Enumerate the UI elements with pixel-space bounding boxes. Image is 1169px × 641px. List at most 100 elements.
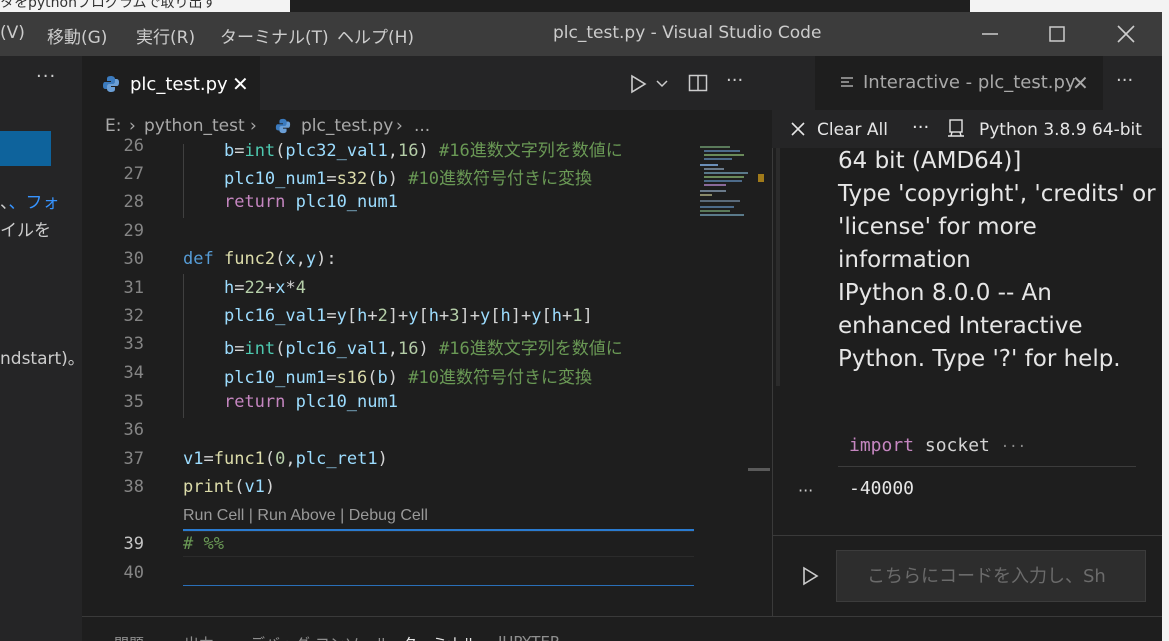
output-line: 64 bit (AMD64)] [838, 148, 1022, 174]
menu-go[interactable]: 移動(G) [47, 23, 107, 48]
line-number: 28 [123, 192, 144, 212]
line-number: 32 [123, 306, 144, 326]
chevron-down-icon[interactable] [655, 77, 669, 91]
result-more-icon[interactable]: ··· [798, 481, 813, 500]
cell-codelens[interactable]: Run Cell | Run Above | Debug Cell [183, 507, 428, 525]
breadcrumb-separator: › [129, 116, 136, 136]
breadcrumb-folder[interactable]: python_test [144, 116, 245, 136]
code-line: # %% [183, 534, 224, 554]
line-number: 33 [123, 334, 144, 354]
code-line: plc10_num1=s32(b) #10進数符号付きに変換 [223, 169, 592, 189]
output-line: 'license' for more [838, 214, 1037, 240]
executed-cell[interactable]: import socket ··· [838, 430, 1136, 467]
code-line: return plc10_num1 [223, 192, 398, 212]
line-number: 29 [123, 221, 144, 241]
breadcrumb-drive[interactable]: E: [105, 116, 121, 136]
interactive-window-icon [841, 77, 853, 87]
run-input-icon[interactable] [800, 566, 820, 586]
line-number: 34 [123, 363, 144, 383]
clear-all-button[interactable]: Clear All [817, 120, 888, 140]
breadcrumb-separator: › [250, 116, 257, 136]
interactive-toolbar: Clear All ··· Python 3.8.9 64-bit [772, 110, 1162, 148]
scrollbar-thumb[interactable] [748, 468, 770, 471]
split-editor-icon[interactable] [688, 73, 708, 93]
line-number: 37 [123, 449, 144, 469]
kernel-selector[interactable]: Python 3.8.9 64-bit [979, 120, 1142, 140]
code-editor[interactable]: 26 b=int(plc32_val1,16) #16進数文字列を数値に 27 … [82, 136, 694, 616]
sidebar-selected-item[interactable] [0, 131, 51, 166]
background-dark-region [290, 0, 970, 12]
code-line: print(v1) [183, 477, 276, 497]
tab-output[interactable]: 出力 [184, 633, 214, 641]
background-tab-title: タをpythonプログラムで取り出す [0, 0, 217, 11]
breadcrumb-file[interactable]: plc_test.py [301, 116, 393, 136]
line-number: 36 [123, 420, 144, 440]
code-line: b=int(plc32_val1,16) #16進数文字列を数値に [223, 141, 623, 161]
line-number: 39 [123, 534, 144, 554]
title-bar: (V) 移動(G) 実行(R) ターミナル(T) ヘルプ(H) plc_test… [0, 12, 1162, 56]
code-line: plc10_num1=s16(b) #10進数符号付きに変換 [223, 368, 592, 388]
code-line: v1=func1(0,plc_ret1) [183, 449, 388, 469]
close-window-button[interactable] [1106, 18, 1146, 50]
output-line: Type 'copyright', 'credits' or [838, 181, 1156, 207]
tab-terminal[interactable]: ターミナル [402, 633, 477, 641]
tab-plc-test-py[interactable]: plc_test.py ✕ [82, 56, 260, 110]
sidebar-link-text[interactable]: 、フォ [9, 193, 60, 213]
divider [772, 535, 1162, 536]
sidebar-text-line: ndstart)。 [0, 349, 85, 369]
output-cell-gutter [776, 148, 780, 386]
code-line: plc16_val1=y[h+2]+y[h+3]+y[h]+y[h+1] [223, 306, 593, 326]
current-line-highlight [183, 531, 694, 557]
line-number: 35 [123, 392, 144, 412]
output-line: information [838, 247, 971, 273]
panel-more-actions-icon[interactable]: ··· [1116, 70, 1133, 91]
menu-terminal[interactable]: ターミナル(T) [220, 23, 329, 48]
tab-label: Interactive - plc_test.py [863, 72, 1076, 93]
code-line: return plc10_num1 [223, 392, 398, 412]
cell-result: -40000 [849, 478, 915, 499]
menu-view[interactable]: (V) [0, 23, 25, 43]
editor-scrollbar[interactable] [748, 144, 772, 616]
toolbar-more-icon[interactable]: ··· [912, 117, 929, 138]
editor-more-actions-icon[interactable]: ··· [726, 70, 743, 91]
bottom-panel: 問題 出力 デバッグ コンソール ターミナル JUPYTER [82, 616, 1162, 641]
maximize-button[interactable] [1037, 18, 1077, 50]
output-line: IPython 8.0.0 -- An [838, 280, 1052, 306]
python-file-icon [275, 118, 291, 134]
run-icon[interactable] [628, 74, 648, 94]
menu-run[interactable]: 実行(R) [136, 23, 195, 48]
line-number: 40 [123, 563, 144, 583]
cell-ellipsis: ··· [1000, 439, 1027, 455]
breadcrumb-separator: › [396, 116, 403, 136]
minimize-icon [982, 33, 998, 35]
tab-close-icon[interactable]: ✕ [232, 72, 249, 96]
sidebar-text-line: 、、フォ [0, 193, 60, 213]
code-input-field[interactable] [837, 551, 1145, 601]
minimap[interactable] [694, 144, 750, 616]
python-file-icon [103, 76, 119, 92]
tab-debug-console[interactable]: デバッグ コンソール [250, 633, 390, 641]
sidebar-text-line: イルを [0, 221, 51, 241]
breadcrumb-symbol[interactable]: ... [414, 116, 430, 136]
line-number: 26 [123, 136, 144, 156]
tab-close-icon[interactable]: ✕ [1072, 71, 1089, 95]
interactive-input[interactable] [836, 550, 1146, 602]
tab-label: plc_test.py [130, 74, 228, 95]
cell-code: import socket ··· [849, 435, 1026, 456]
sidebar-more-actions[interactable]: ··· [36, 66, 56, 87]
scrollbar-marker [758, 174, 764, 182]
sidebar: ··· 、、フォ イルを ndstart)。 [0, 56, 85, 641]
interactive-output: 64 bit (AMD64)] Type 'copyright', 'credi… [838, 148, 1158, 376]
menu-help[interactable]: ヘルプ(H) [337, 23, 414, 48]
background-window-strip: タをpythonプログラムで取り出す [0, 0, 1169, 12]
maximize-icon [1049, 26, 1065, 42]
cell-module: socket [924, 435, 990, 456]
kernel-icon [948, 119, 964, 137]
tab-problems[interactable]: 問題 [114, 633, 144, 641]
tab-interactive[interactable]: Interactive - plc_test.py ✕ [815, 56, 1103, 110]
output-line: enhanced Interactive [838, 313, 1083, 339]
tab-jupyter[interactable]: JUPYTER [498, 633, 560, 641]
cell-divider [183, 585, 694, 586]
minimize-button[interactable] [970, 18, 1010, 50]
line-number: 30 [123, 249, 144, 269]
